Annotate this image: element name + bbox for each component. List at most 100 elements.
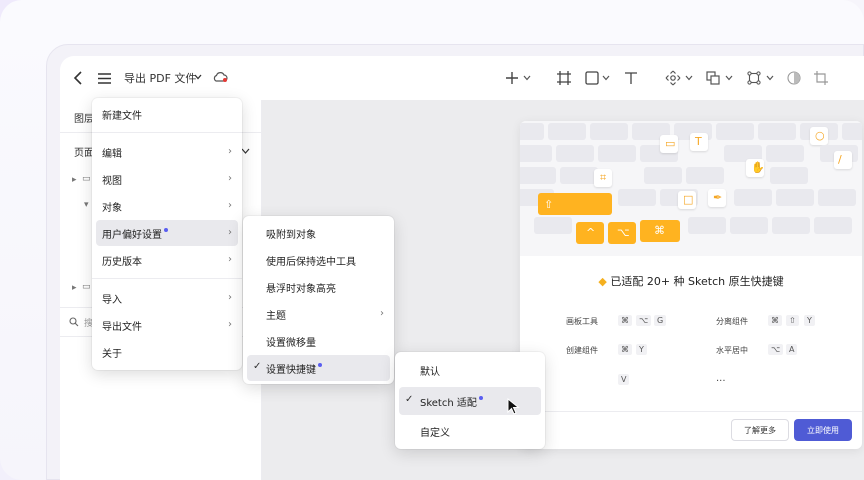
chevron-down-icon[interactable] <box>193 72 203 82</box>
chevron-down-icon[interactable] <box>724 73 734 83</box>
menu-item-theme[interactable]: 主题 › <box>247 301 390 327</box>
headline-text: 已适配 20+ 种 Sketch 原生快捷键 <box>610 275 784 288</box>
chevron-down-icon[interactable] <box>765 73 775 83</box>
menu-item-label: 主题 <box>266 310 286 322</box>
new-badge-dot <box>478 396 483 400</box>
menu-item-label: 导出文件 <box>102 321 142 333</box>
collapse-icon[interactable]: ▾ <box>84 200 89 210</box>
menu-item-new-file[interactable]: 新建文件 <box>96 101 238 127</box>
shortcut-key: ⌥ <box>636 315 652 326</box>
chevron-right-icon: › <box>228 254 232 265</box>
menu-icon[interactable] <box>96 69 112 87</box>
menu-item-label: 用户偏好设置 <box>102 229 162 241</box>
pen-icon: ✒ <box>713 191 723 204</box>
divider <box>92 132 242 133</box>
frame-tool-icon[interactable] <box>556 70 572 86</box>
sketch-diamond-icon: ◆ <box>598 275 607 288</box>
chevron-down-icon[interactable] <box>684 73 694 83</box>
menu-item-label: 新建文件 <box>102 110 142 122</box>
chevron-right-icon: › <box>228 227 232 238</box>
main-menu: 新建文件 编辑 › 视图 › 对象 › 用户偏好设置 › 历史版本 › 导入 › 导出文件 ›… <box>92 98 242 370</box>
boolean-group-icon[interactable] <box>705 70 721 86</box>
folder-icon: ▭ <box>82 174 91 184</box>
learn-more-button[interactable]: 了解更多 <box>731 419 789 441</box>
chevron-right-icon: › <box>228 146 232 157</box>
document-title[interactable]: 导出 PDF 文件 <box>124 70 196 86</box>
rectangle-tool-icon[interactable] <box>584 70 600 86</box>
menu-item-label: 对象 <box>102 202 122 214</box>
divider <box>520 411 862 412</box>
menu-item-label: 历史版本 <box>102 256 142 268</box>
welcome-headline: ◆ 已适配 20+ 种 Sketch 原生快捷键 <box>520 273 862 289</box>
preferences-submenu: 吸附到对象 使用后保持选中工具 悬浮时对象高亮 主题 › 设置微移量 ✓ 设置快捷键 <box>243 216 394 384</box>
expand-icon[interactable]: ▸ <box>72 175 77 185</box>
ellipse-icon: ○ <box>815 129 825 142</box>
menu-item-label: 吸附到对象 <box>266 229 316 241</box>
option-key-icon: ⌥ <box>617 226 630 239</box>
cloud-sync-icon[interactable] <box>211 70 229 84</box>
frame-icon: ▭ <box>665 137 676 150</box>
shortcut-key: G <box>654 315 667 326</box>
shortcut-key: ⇧ <box>786 315 799 326</box>
shortcut-key: ⌘ <box>768 315 782 326</box>
menu-item-default[interactable]: 默认 <box>399 357 541 383</box>
more-ellipsis: ... <box>716 373 726 384</box>
chevron-down-icon[interactable] <box>522 73 532 83</box>
mask-icon[interactable] <box>786 70 802 86</box>
move-icon[interactable] <box>664 69 682 87</box>
menu-item-label: 关于 <box>102 348 122 360</box>
divider <box>92 278 242 279</box>
text-tool-icon[interactable] <box>623 70 639 86</box>
shortcut-key: A <box>786 344 798 355</box>
menu-item-about[interactable]: 关于 <box>96 339 238 365</box>
menu-item-export[interactable]: 导出文件 › <box>96 312 238 338</box>
mouse-cursor-icon <box>507 397 523 416</box>
expand-icon[interactable]: ▸ <box>72 283 77 293</box>
chevron-right-icon: › <box>228 173 232 184</box>
new-badge-dot <box>164 228 168 232</box>
chevron-right-icon: › <box>228 292 232 303</box>
menu-item-keep-tool-selected[interactable]: 使用后保持选中工具 <box>247 247 390 273</box>
add-icon[interactable] <box>504 70 520 86</box>
crop-icon[interactable] <box>813 70 829 86</box>
menu-item-nudge-amount[interactable]: 设置微移量 <box>247 328 390 354</box>
chevron-down-icon[interactable] <box>601 73 611 83</box>
menu-item-shortcuts[interactable]: ✓ 设置快捷键 <box>247 355 390 381</box>
shortcut-key: ⌘ <box>618 344 632 355</box>
menu-item-label: 导入 <box>102 294 122 306</box>
component-icon[interactable] <box>746 70 762 86</box>
shortcut-label: 水平居中 <box>716 346 748 355</box>
shortcut-key: Y <box>636 344 647 355</box>
menu-item-edit[interactable]: 编辑 › <box>96 139 238 165</box>
menu-item-import[interactable]: 导入 › <box>96 285 238 311</box>
tab-layers[interactable]: 图层 <box>74 110 94 125</box>
text-icon: T <box>695 135 702 148</box>
shortcut-label: 创建组件 <box>566 346 598 355</box>
menu-item-label: 编辑 <box>102 148 122 160</box>
search-icon <box>68 316 80 328</box>
toolbar: 导出 PDF 文件 <box>60 56 864 100</box>
back-icon[interactable] <box>70 69 86 87</box>
menu-item-object[interactable]: 对象 › <box>96 193 238 219</box>
menu-item-preferences[interactable]: 用户偏好设置 › <box>96 220 238 246</box>
shortcut-key: ⌘ <box>618 315 632 326</box>
line-icon: / <box>838 153 842 166</box>
checkmark-icon: ✓ <box>253 361 262 372</box>
chevron-right-icon: › <box>228 319 232 330</box>
menu-item-hover-highlight[interactable]: 悬浮时对象高亮 <box>247 274 390 300</box>
shortcut-label: 画板工具 <box>566 317 598 326</box>
shortcut-key: Y <box>804 315 815 326</box>
shortcut-welcome-card: ▭ T ○ ⌗ ✋ / □ ✒ ⇧ ^ ⌥ ⌘ ◆ 已适配 20+ 种 Sket… <box>520 121 862 449</box>
menu-item-label: 默认 <box>420 366 440 378</box>
keyboard-illustration: ▭ T ○ ⌗ ✋ / □ ✒ ⇧ ^ ⌥ ⌘ <box>520 121 862 256</box>
menu-item-view[interactable]: 视图 › <box>96 166 238 192</box>
command-key-icon: ⌘ <box>654 224 665 237</box>
folder-icon: ▭ <box>82 282 91 292</box>
use-now-button[interactable]: 立即使用 <box>794 419 852 441</box>
menu-item-history[interactable]: 历史版本 › <box>96 247 238 273</box>
menu-item-custom[interactable]: 自定义 <box>399 418 541 444</box>
shortcut-label: 分离组件 <box>716 317 748 326</box>
hand-icon: ✋ <box>751 161 765 174</box>
menu-item-snap-to-object[interactable]: 吸附到对象 <box>247 220 390 246</box>
checkmark-icon: ✓ <box>405 394 414 405</box>
